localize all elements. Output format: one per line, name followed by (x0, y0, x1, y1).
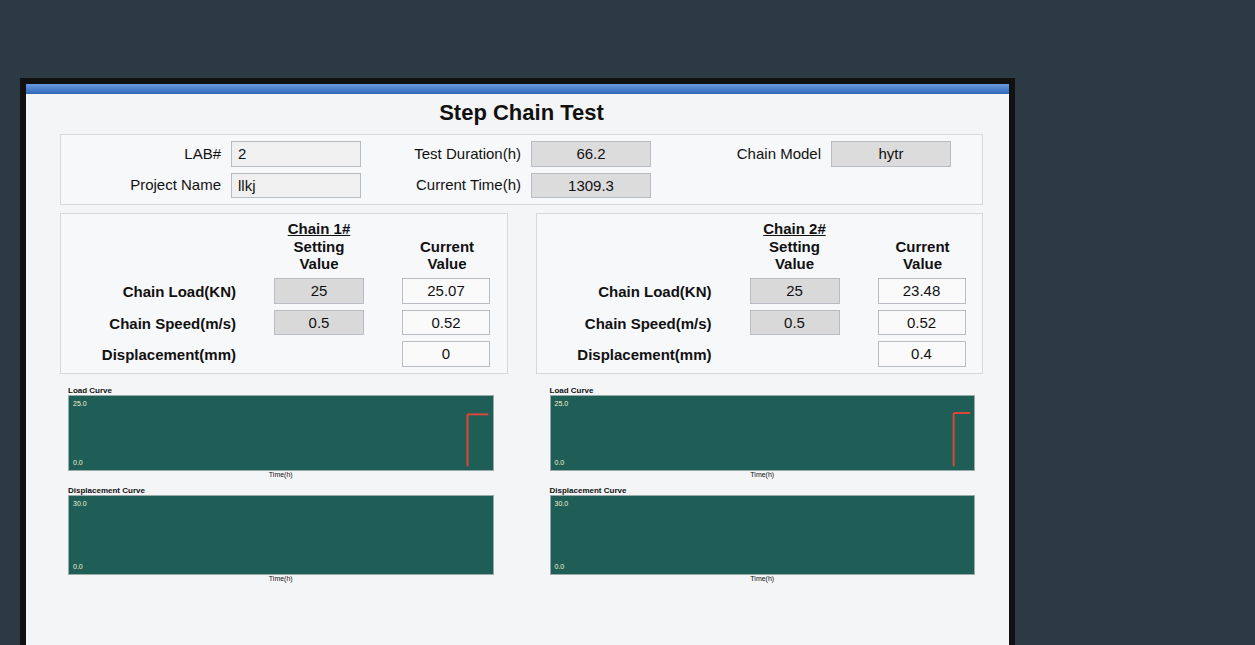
info-panel: LAB# 2 Test Duration(h) 66.2 Chain Model hytr… (60, 134, 983, 205)
info-field: Test Duration(h) 66.2 (371, 141, 671, 167)
series-segment (966, 412, 970, 414)
y-max-tick: 30.0 (555, 500, 569, 507)
current-value: 0.52 (878, 310, 966, 336)
info-grid: LAB# 2 Test Duration(h) 66.2 Chain Model hytr… (71, 141, 972, 198)
series-segment (953, 412, 957, 414)
row-label: Chain Speed(m/s) (71, 313, 236, 336)
field-value: 1309.3 (531, 173, 651, 199)
chart-panel: Load Curve25.00.0Time(h)Displacement Cur… (542, 382, 984, 588)
current-value: 0.4 (878, 341, 966, 367)
field-value: 66.2 (531, 141, 651, 167)
current-value: 23.48 (878, 278, 966, 304)
chain-grid: Chain 2#Setting Value Current Value Chain … (547, 220, 973, 366)
chain-title: Chain 1# (274, 220, 364, 237)
plot-area: 25.0 0.0 (550, 395, 976, 471)
chart-panel: Load Curve25.00.0Time(h)Displacement Cur… (60, 382, 502, 588)
chart: Load Curve 25.0 0.0 Time(h) (550, 386, 976, 480)
x-axis-label: Time(h) (550, 575, 976, 583)
chart-panels: Load Curve25.00.0Time(h)Displacement Cur… (60, 382, 983, 588)
row-label: Chain Speed(m/s) (547, 313, 712, 336)
chain-panels: Chain 1#Setting ValueCurrent ValueChain … (60, 213, 983, 373)
setting-label: Setting Value (769, 238, 820, 272)
series-segment (952, 413, 954, 466)
chain-panel: Chain 1#Setting Value Current Value Chain … (60, 213, 508, 373)
x-axis-label: Time(h) (68, 471, 494, 479)
window-body: Step Chain Test LAB# 2 Test Duration(h) 66.2… (26, 94, 1009, 645)
setting-header: Chain 2#Setting Value (750, 220, 840, 272)
info-field: Current Time(h) 1309.3 (371, 173, 671, 199)
title-bar (26, 84, 1009, 94)
y-min-tick: 0.0 (555, 563, 565, 570)
current-header: Current Value (402, 238, 492, 273)
series-segment (480, 414, 484, 416)
setting-value: 25 (274, 278, 364, 304)
y-max-tick: 30.0 (73, 500, 87, 507)
setting-label: Setting Value (294, 238, 345, 272)
chart-svg (551, 496, 975, 574)
series-segment (472, 414, 476, 416)
app-window: Step Chain Test LAB# 2 Test Duration(h) 66.2… (20, 78, 1015, 645)
row-label: Chain Load(KN) (71, 281, 236, 304)
current-value: 0 (402, 341, 490, 367)
chain-title: Chain 2# (750, 220, 840, 237)
info-field: Chain Model hytr (671, 141, 972, 167)
field-label: Chain Model (671, 143, 821, 166)
field-value: 2 (231, 141, 361, 167)
chart-svg (69, 396, 493, 470)
info-field: LAB# 2 (71, 141, 371, 167)
row-label: Displacement(mm) (71, 344, 236, 367)
x-axis-label: Time(h) (68, 575, 494, 583)
chart: Displacement Curve 30.0 0.0 Time(h) (68, 486, 494, 584)
page-title: Step Chain Test (60, 100, 983, 126)
current-value: 25.07 (402, 278, 490, 304)
series-segment (476, 414, 480, 416)
setting-value: 0.5 (274, 310, 364, 336)
field-label: Current Time(h) (371, 174, 521, 197)
series-segment (468, 414, 472, 416)
field-value: llkj (231, 173, 361, 199)
plot-area: 25.0 0.0 (68, 395, 494, 471)
row-label: Chain Load(KN) (547, 281, 712, 304)
info-field: Project Name llkj (71, 173, 371, 199)
setting-value: 0.5 (750, 310, 840, 336)
plot-area: 30.0 0.0 (68, 495, 494, 575)
y-max-tick: 25.0 (73, 400, 87, 407)
y-max-tick: 25.0 (555, 400, 569, 407)
setting-header: Chain 1#Setting Value (274, 220, 364, 272)
chart-svg (551, 396, 975, 470)
x-axis-label: Time(h) (550, 471, 976, 479)
y-min-tick: 0.0 (73, 459, 83, 466)
series-segment (484, 414, 488, 416)
y-min-tick: 0.0 (555, 459, 565, 466)
series-segment (467, 415, 469, 467)
field-value: hytr (831, 141, 951, 167)
chart-title: Load Curve (550, 386, 976, 396)
chart-title: Load Curve (68, 386, 494, 396)
chart: Load Curve 25.0 0.0 Time(h) (68, 386, 494, 480)
chain-grid: Chain 1#Setting Value Current Value Chain … (71, 220, 497, 366)
plot-area: 30.0 0.0 (550, 495, 976, 575)
field-label: Test Duration(h) (371, 143, 521, 166)
chart-title: Displacement Curve (68, 486, 494, 496)
series-segment (961, 412, 965, 414)
chain-panel: Chain 2#Setting Value Current Value Chain … (536, 213, 984, 373)
field-label: Project Name (71, 174, 221, 197)
chart: Displacement Curve 30.0 0.0 Time(h) (550, 486, 976, 584)
current-value: 0.52 (402, 310, 490, 336)
chart-title: Displacement Curve (550, 486, 976, 496)
row-label: Displacement(mm) (547, 344, 712, 367)
chart-svg (69, 496, 493, 574)
current-header: Current Value (878, 238, 968, 273)
series-segment (957, 412, 961, 414)
field-label: LAB# (71, 143, 221, 166)
y-min-tick: 0.0 (73, 563, 83, 570)
setting-value: 25 (750, 278, 840, 304)
